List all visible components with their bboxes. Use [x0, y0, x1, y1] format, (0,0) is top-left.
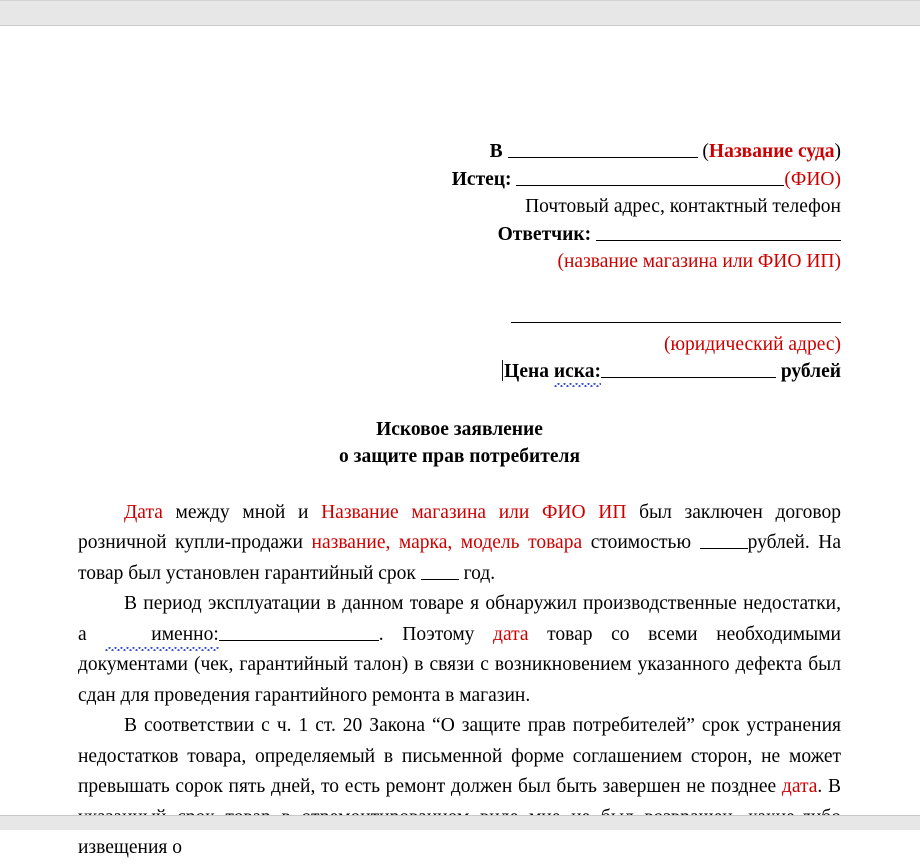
paragraph-2: В период эксплуатации в данном товаре я …	[78, 589, 841, 711]
claim-price-blank-field[interactable]	[600, 358, 776, 378]
viewer-bottom-gap-bar	[0, 815, 920, 830]
document-page: В (Название суда) Истец: (ФИО) Почтовый …	[0, 26, 920, 858]
legal-address-hint-line: (юридический адрес)	[663, 333, 841, 355]
p2-date-placeholder: дата	[493, 623, 529, 645]
claim-price-label-a: Цена	[504, 361, 549, 382]
claim-price-currency: рублей	[780, 361, 841, 382]
plaintiff-line: Истец: (ФИО)	[78, 166, 841, 194]
plaintiff-blank-field[interactable]	[516, 166, 785, 186]
claim-price-label-b: иска:	[553, 358, 602, 386]
document-body: Дата между мной и Название магазина или …	[78, 498, 841, 864]
paragraph-1: Дата между мной и Название магазина или …	[78, 498, 841, 590]
p1-product-placeholder: название, марка, модель товара	[311, 532, 583, 553]
legal-address-blank-field[interactable]	[511, 303, 841, 323]
legal-address-spacer-line	[78, 276, 841, 304]
paragraph-3: В соответствии с ч. 1 ст. 20 Закона “О з…	[78, 711, 841, 864]
p1-text-c: стоимостью	[582, 532, 700, 553]
title-line-1: Исковое заявление	[376, 418, 543, 440]
defendant-blank-field[interactable]	[596, 221, 841, 241]
plaintiff-hint-text: ФИО	[790, 168, 835, 190]
p2-defect-blank-field[interactable]	[218, 621, 379, 641]
p3-text-a: В соответствии с ч. 1 ст. 20 Закона “О з…	[78, 715, 841, 797]
viewer-top-gap-bar	[0, 0, 920, 26]
p1-text-e: год.	[458, 562, 496, 584]
p3-date-placeholder: дата	[781, 776, 818, 797]
p2-text-b: . Поэтому	[378, 623, 494, 645]
court-hint-text: Название суда	[708, 141, 835, 162]
claim-price-line: Цена иска: рублей	[78, 358, 841, 386]
p2-namely-misspelled: именно:	[105, 620, 220, 651]
court-blank-field[interactable]	[507, 138, 698, 158]
document-title: Исковое заявление о защите прав потребит…	[78, 416, 841, 470]
document-viewer: В (Название суда) Истец: (ФИО) Почтовый …	[0, 0, 920, 858]
document-text-body: В (Название суда) Истец: (ФИО) Почтовый …	[78, 26, 841, 864]
defendant-label: Ответчик:	[497, 223, 592, 245]
plaintiff-hint-close-paren: )	[834, 168, 842, 190]
court-label: В	[489, 141, 503, 162]
defendant-line: Ответчик:	[78, 221, 841, 249]
court-hint-close-paren: )	[834, 141, 842, 162]
court-line: В (Название суда)	[78, 138, 841, 166]
p1-store-placeholder: Название магазина или ФИО ИП	[321, 501, 627, 523]
p1-price-blank-field[interactable]	[699, 529, 748, 549]
postal-address-line: Почтовый адрес, контактный телефон	[525, 196, 841, 217]
p1-date-placeholder: Дата	[124, 501, 163, 523]
title-line-2: о защите прав потребителя	[338, 445, 580, 467]
p1-warranty-blank-field[interactable]	[420, 560, 459, 580]
defendant-hint-line: (название магазина или ФИО ИП)	[557, 251, 842, 272]
legal-address-blank-line	[78, 303, 841, 331]
plaintiff-label: Истец:	[451, 168, 512, 190]
addressing-block: В (Название суда) Истец: (ФИО) Почтовый …	[78, 26, 841, 386]
p1-text-a: между мной и	[162, 501, 322, 523]
